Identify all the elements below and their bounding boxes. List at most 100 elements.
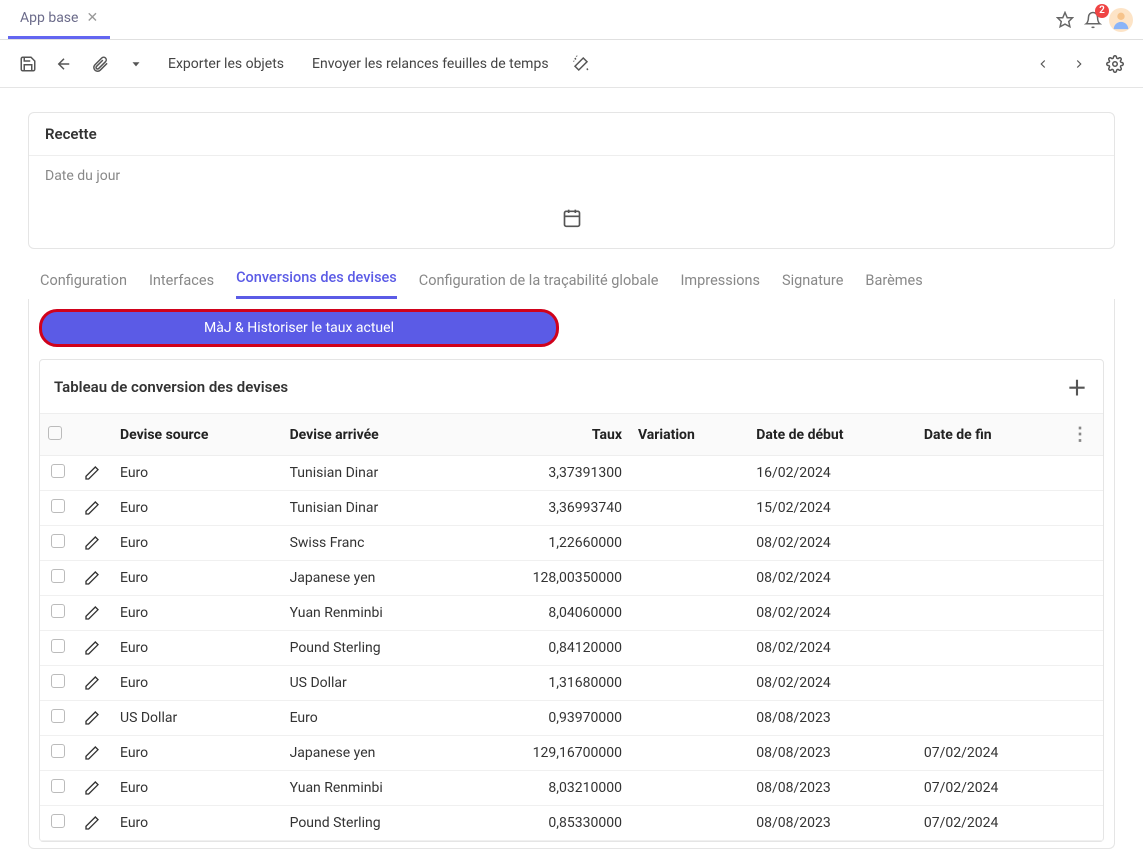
- col-variation[interactable]: Variation: [630, 414, 748, 456]
- export-objects-button[interactable]: Exporter les objets: [156, 56, 296, 72]
- cell-variation: [630, 491, 748, 526]
- maj-historiser-button[interactable]: MàJ & Historiser le taux actuel: [39, 309, 559, 347]
- cell-devise-source: Euro: [112, 596, 282, 631]
- cell-date-fin: [916, 456, 1063, 491]
- row-checkbox[interactable]: [51, 779, 65, 793]
- row-checkbox[interactable]: [51, 464, 65, 478]
- cell-devise-arrivee: Yuan Renminbi: [282, 596, 459, 631]
- cell-taux: 8,03210000: [459, 771, 630, 806]
- cell-date-fin: [916, 701, 1063, 736]
- cell-variation: [630, 456, 748, 491]
- row-checkbox[interactable]: [51, 534, 65, 548]
- edit-row-icon[interactable]: [76, 806, 112, 841]
- col-date-fin[interactable]: Date de fin: [916, 414, 1063, 456]
- close-icon[interactable]: ✕: [86, 10, 98, 26]
- cell-devise-source: Euro: [112, 561, 282, 596]
- cell-variation: [630, 666, 748, 701]
- cell-devise-arrivee: Pound Sterling: [282, 806, 459, 841]
- table-row[interactable]: US DollarEuro0,9397000008/08/2023: [40, 701, 1103, 736]
- cell-taux: 1,31680000: [459, 666, 630, 701]
- table-row[interactable]: EuroPound Sterling0,8533000008/08/202307…: [40, 806, 1103, 841]
- col-devise-arrivee[interactable]: Devise arrivée: [282, 414, 459, 456]
- col-devise-source[interactable]: Devise source: [112, 414, 282, 456]
- cell-date-debut: 08/02/2024: [748, 526, 916, 561]
- cell-date-debut: 08/02/2024: [748, 561, 916, 596]
- cell-date-fin: 07/02/2024: [916, 736, 1063, 771]
- edit-row-icon[interactable]: [76, 491, 112, 526]
- prev-record-icon[interactable]: [1027, 48, 1059, 80]
- row-checkbox[interactable]: [51, 499, 65, 513]
- select-all-checkbox[interactable]: [48, 426, 62, 440]
- gear-icon[interactable]: [1099, 48, 1131, 80]
- cell-date-debut: 15/02/2024: [748, 491, 916, 526]
- row-checkbox[interactable]: [51, 674, 65, 688]
- cell-date-fin: [916, 631, 1063, 666]
- user-avatar[interactable]: [1107, 6, 1135, 34]
- cell-devise-source: US Dollar: [112, 701, 282, 736]
- edit-row-icon[interactable]: [76, 526, 112, 561]
- attachment-icon[interactable]: [84, 48, 116, 80]
- table-row[interactable]: EuroTunisian Dinar3,3699374015/02/2024: [40, 491, 1103, 526]
- row-checkbox[interactable]: [51, 814, 65, 828]
- table-row[interactable]: EuroUS Dollar1,3168000008/02/2024: [40, 666, 1103, 701]
- table-row[interactable]: EuroSwiss Franc1,2266000008/02/2024: [40, 526, 1103, 561]
- tab-impressions[interactable]: Impressions: [680, 272, 760, 299]
- date-input[interactable]: [45, 208, 1098, 232]
- table-row[interactable]: EuroYuan Renminbi8,0406000008/02/2024: [40, 596, 1103, 631]
- edit-row-icon[interactable]: [76, 596, 112, 631]
- column-options-icon[interactable]: ⋮: [1071, 424, 1095, 445]
- app-tab-label: App base: [20, 10, 78, 26]
- edit-row-icon[interactable]: [76, 456, 112, 491]
- cell-variation: [630, 526, 748, 561]
- tab-signature[interactable]: Signature: [782, 272, 843, 299]
- row-checkbox[interactable]: [51, 744, 65, 758]
- cell-devise-arrivee: Tunisian Dinar: [282, 456, 459, 491]
- back-arrow-icon[interactable]: [48, 48, 80, 80]
- table-row[interactable]: EuroJapanese yen129,1670000008/08/202307…: [40, 736, 1103, 771]
- currency-conversion-table-card: Tableau de conversion des devises ＋ Devi…: [39, 359, 1104, 842]
- tab-conversions-devises[interactable]: Conversions des devises: [236, 269, 397, 299]
- col-taux[interactable]: Taux: [459, 414, 630, 456]
- notifications-bell-icon[interactable]: 2: [1079, 6, 1107, 34]
- row-checkbox[interactable]: [51, 604, 65, 618]
- tab-tracabilite[interactable]: Configuration de la traçabilité globale: [419, 272, 659, 299]
- cell-date-debut: 08/08/2023: [748, 806, 916, 841]
- cell-devise-source: Euro: [112, 526, 282, 561]
- edit-row-icon[interactable]: [76, 701, 112, 736]
- cell-date-debut: 16/02/2024: [748, 456, 916, 491]
- tab-configuration[interactable]: Configuration: [40, 272, 127, 299]
- edit-row-icon[interactable]: [76, 561, 112, 596]
- cell-variation: [630, 806, 748, 841]
- cell-taux: 3,36993740: [459, 491, 630, 526]
- edit-row-icon[interactable]: [76, 631, 112, 666]
- edit-row-icon[interactable]: [76, 771, 112, 806]
- edit-row-icon[interactable]: [76, 666, 112, 701]
- cell-devise-source: Euro: [112, 491, 282, 526]
- cell-date-fin: [916, 526, 1063, 561]
- col-date-debut[interactable]: Date de début: [748, 414, 916, 456]
- table-row[interactable]: EuroJapanese yen128,0035000008/02/2024: [40, 561, 1103, 596]
- cell-devise-arrivee: US Dollar: [282, 666, 459, 701]
- chevron-down-icon[interactable]: [120, 48, 152, 80]
- row-checkbox[interactable]: [51, 569, 65, 583]
- next-record-icon[interactable]: [1063, 48, 1095, 80]
- table-row[interactable]: EuroTunisian Dinar3,3739130016/02/2024: [40, 456, 1103, 491]
- save-icon[interactable]: [12, 48, 44, 80]
- date-du-jour-label: Date du jour: [45, 168, 1098, 184]
- cell-devise-arrivee: Japanese yen: [282, 561, 459, 596]
- send-timesheet-reminders-button[interactable]: Envoyer les relances feuilles de temps: [300, 56, 561, 72]
- edit-row-icon[interactable]: [76, 736, 112, 771]
- tab-interfaces[interactable]: Interfaces: [149, 272, 214, 299]
- table-row[interactable]: EuroPound Sterling0,8412000008/02/2024: [40, 631, 1103, 666]
- toolbar: Exporter les objets Envoyer les relances…: [0, 40, 1143, 88]
- table-row[interactable]: EuroYuan Renminbi8,0321000008/08/202307/…: [40, 771, 1103, 806]
- app-tab-appbase[interactable]: App base ✕: [8, 0, 110, 39]
- row-checkbox[interactable]: [51, 709, 65, 723]
- row-checkbox[interactable]: [51, 639, 65, 653]
- calendar-icon: [562, 208, 582, 228]
- cell-devise-source: Euro: [112, 666, 282, 701]
- favorite-star-icon[interactable]: [1051, 6, 1079, 34]
- tab-baremes[interactable]: Barèmes: [865, 272, 922, 299]
- add-row-icon[interactable]: ＋: [1065, 372, 1089, 401]
- magic-wand-icon[interactable]: [565, 48, 597, 80]
